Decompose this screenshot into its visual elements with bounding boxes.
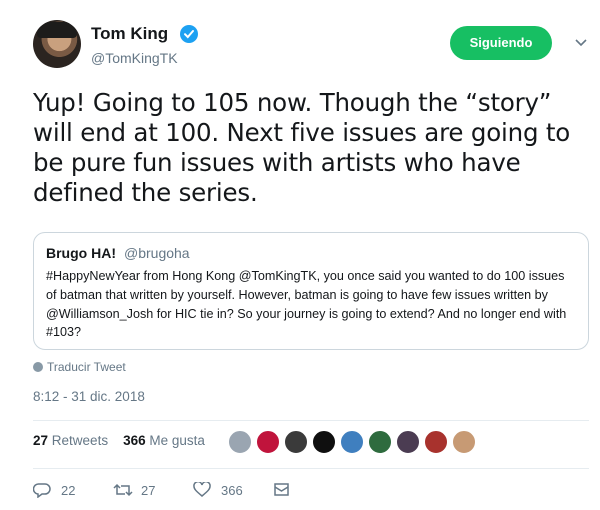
liker-avatar[interactable] [452, 430, 476, 454]
liker-avatar[interactable] [228, 430, 252, 454]
chevron-down-icon[interactable] [573, 34, 589, 50]
divider [33, 468, 589, 469]
author-avatar[interactable] [33, 20, 81, 68]
tweet-timestamp[interactable]: 8:12 - 31 dic. 2018 [33, 389, 145, 404]
liker-avatar[interactable] [340, 430, 364, 454]
heart-icon [193, 482, 211, 497]
author-display-name[interactable]: Tom King [91, 24, 168, 44]
retweet-count: 27 [141, 483, 156, 498]
tweet-actions: 22 27 366 [33, 480, 333, 502]
liker-avatar[interactable] [256, 430, 280, 454]
likes-count[interactable]: 366 [123, 433, 146, 448]
liker-avatar[interactable] [368, 430, 392, 454]
liker-avatar[interactable] [396, 430, 420, 454]
reply-icon [33, 483, 51, 498]
tweet-text: Yup! Going to 105 now. Though the “story… [33, 88, 571, 207]
quoted-tweet-text: #HappyNewYear from Hong Kong @TomKingTK,… [46, 269, 567, 340]
quoted-author-name: Brugo HA! [46, 245, 116, 261]
verified-badge-icon [180, 25, 198, 43]
globe-icon [33, 362, 43, 372]
quoted-tweet[interactable]: Brugo HA! @brugoha #HappyNewYear from Ho… [33, 232, 589, 350]
retweets-label[interactable]: Retweets [52, 433, 108, 448]
quoted-author-handle: @brugoha [124, 245, 190, 261]
reply-count: 22 [61, 483, 76, 498]
translate-label[interactable]: Traducir Tweet [47, 360, 126, 374]
retweet-icon [113, 483, 133, 497]
liker-avatar[interactable] [284, 430, 308, 454]
like-count: 366 [221, 483, 243, 498]
liker-avatar[interactable] [424, 430, 448, 454]
likes-label[interactable]: Me gusta [149, 433, 205, 448]
author-handle[interactable]: @TomKingTK [91, 50, 178, 66]
envelope-icon [274, 483, 289, 496]
divider [33, 420, 589, 421]
liker-avatar[interactable] [312, 430, 336, 454]
translate-tweet-link[interactable]: Traducir Tweet [33, 360, 126, 374]
tweet-header: Tom King @TomKingTK Siguiendo [33, 20, 593, 70]
tweet-stats: 27 Retweets 366 Me gusta [33, 433, 205, 448]
following-button[interactable]: Siguiendo [450, 26, 552, 60]
retweets-count[interactable]: 27 [33, 433, 48, 448]
